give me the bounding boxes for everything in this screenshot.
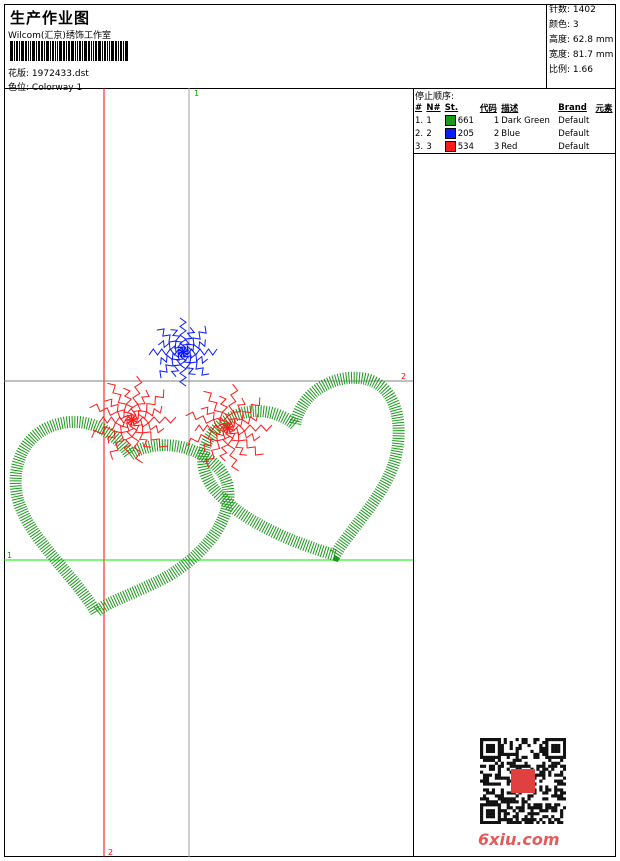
table-row: 1. 1 661 1 Dark Green Default	[414, 114, 616, 127]
row-num: 1.	[415, 115, 424, 126]
design-height: 高度: 62.8 mm	[549, 35, 614, 45]
row-desc: Red	[501, 141, 518, 152]
stop-sequence-title: 停止顺序:	[415, 92, 455, 102]
barcode	[10, 41, 129, 61]
row-n: 3	[426, 141, 432, 152]
design-canvas: 1 2 1 2	[4, 88, 414, 857]
guide-label-bottom: 2	[108, 848, 113, 857]
row-code: 2	[493, 128, 500, 139]
row-st: 205	[444, 127, 479, 140]
row-element	[595, 140, 616, 154]
row-st: 534	[444, 140, 479, 154]
stitch-count: 针数: 1402	[549, 5, 596, 15]
stop-sequence-table: # N# St. 代码 描述 Brand 元素 1. 1 661 1 Dark …	[414, 102, 616, 154]
row-num: 2.	[415, 128, 424, 139]
qr-code	[480, 738, 566, 824]
flower	[148, 317, 218, 387]
design-preview: 1 2 1 2	[4, 88, 413, 857]
row-num: 3.	[415, 141, 424, 152]
design-file: 花版: 1972433.dst	[8, 66, 89, 79]
stop-sequence-panel: 停止顺序: # N# St. 代码 描述 Brand 元素 1. 1 661 1…	[414, 88, 616, 154]
left-heart	[9, 415, 235, 622]
table-row: 3. 3 534 3 Red Default	[414, 140, 616, 154]
row-element	[595, 114, 616, 127]
guide-label-right: 2	[401, 372, 406, 381]
col-brand: Brand	[558, 103, 587, 113]
col-code: 代码	[479, 104, 497, 114]
color-count: 颜色: 3	[549, 20, 579, 30]
row-brand: Default	[558, 141, 590, 152]
design-file-value: 1972433.dst	[31, 69, 89, 79]
company-name: Wilcom(汇京)绣饰工作室	[8, 31, 111, 41]
row-st: 661	[444, 114, 479, 127]
row-brand: Default	[558, 128, 590, 139]
guide-label-top: 1	[194, 89, 199, 98]
col-element: 元素	[595, 104, 613, 114]
row-code: 1	[493, 115, 500, 126]
row-code: 3	[493, 141, 500, 152]
col-n: N#	[426, 103, 441, 113]
row-element	[595, 127, 616, 140]
design-width: 宽度: 81.7 mm	[549, 50, 614, 60]
design-info: 针数: 1402 颜色: 3 高度: 62.8 mm 宽度: 81.7 mm 比…	[546, 4, 617, 88]
col-st: St.	[444, 103, 459, 113]
row-n: 2	[426, 128, 432, 139]
col-num: #	[415, 103, 423, 113]
row-n: 1	[426, 115, 432, 126]
design-file-label: 花版:	[8, 69, 30, 79]
page-title: 生产作业图	[10, 9, 91, 27]
watermark-logo: 6xiu.com	[478, 830, 560, 849]
col-desc: 描述	[501, 104, 519, 114]
color-swatch	[444, 115, 456, 126]
header: 生产作业图 Wilcom(汇京)绣饰工作室 花版: 1972433.dst 色位…	[4, 4, 617, 93]
color-swatch	[444, 141, 456, 152]
guide-label-left: 1	[7, 551, 12, 560]
row-desc: Dark Green	[501, 115, 550, 126]
row-brand: Default	[558, 115, 590, 126]
table-header: # N# St. 代码 描述 Brand 元素	[414, 102, 616, 114]
color-swatch	[444, 128, 456, 139]
row-desc: Blue	[501, 128, 521, 139]
design-scale: 比例: 1.66	[549, 65, 593, 75]
table-row: 2. 2 205 2 Blue Default	[414, 127, 616, 140]
